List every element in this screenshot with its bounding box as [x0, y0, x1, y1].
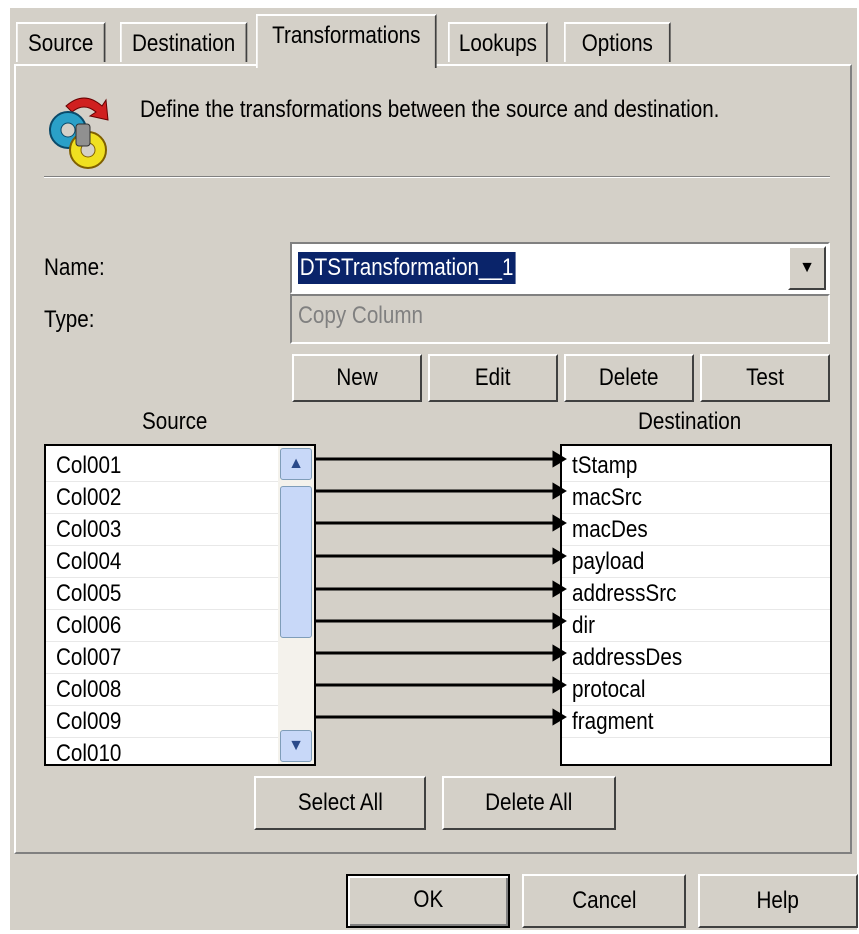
header-description: Define the transformations between the s…	[140, 96, 720, 123]
list-item[interactable]: payload	[562, 546, 830, 578]
source-list[interactable]: Col001 Col002 Col003 Col004 Col005 Col00…	[44, 444, 316, 766]
test-button[interactable]: Test	[700, 354, 830, 402]
scroll-up-icon[interactable]: ▲	[280, 448, 312, 480]
transform-gears-icon	[49, 97, 109, 169]
name-value: DTSTransformation__1	[298, 252, 516, 284]
list-item[interactable]: Col002	[46, 482, 314, 514]
new-button[interactable]: New	[292, 354, 422, 402]
scroll-down-icon[interactable]: ▼	[280, 730, 312, 762]
list-item[interactable]: Col006	[46, 610, 314, 642]
list-item[interactable]: Col005	[46, 578, 314, 610]
list-item[interactable]: fragment	[562, 706, 830, 738]
list-item[interactable]: macDes	[562, 514, 830, 546]
source-scrollbar[interactable]: ▲ ▼	[278, 446, 314, 764]
list-item[interactable]: protocal	[562, 674, 830, 706]
cancel-button[interactable]: Cancel	[522, 874, 686, 928]
list-item[interactable]: tStamp	[562, 450, 830, 482]
type-label: Type:	[44, 306, 95, 333]
chevron-down-icon[interactable]: ▼	[788, 246, 826, 290]
list-item[interactable]: Col004	[46, 546, 314, 578]
help-button[interactable]: Help	[698, 874, 858, 928]
source-label: Source	[142, 408, 208, 435]
header-divider	[44, 176, 830, 178]
list-item[interactable]: Col007	[46, 642, 314, 674]
list-item[interactable]: addressDes	[562, 642, 830, 674]
list-item[interactable]: macSrc	[562, 482, 830, 514]
tab-destination[interactable]: Destination	[120, 22, 248, 62]
ok-button[interactable]: OK	[346, 874, 510, 928]
destination-label: Destination	[638, 408, 742, 435]
scroll-thumb[interactable]	[280, 486, 312, 638]
edit-button[interactable]: Edit	[428, 354, 558, 402]
tab-lookups[interactable]: Lookups	[448, 22, 548, 62]
tab-source[interactable]: Source	[16, 22, 106, 62]
list-item[interactable]: Col008	[46, 674, 314, 706]
destination-list[interactable]: tStamp macSrc macDes payload addressSrc …	[560, 444, 832, 766]
list-item[interactable]: Col001	[46, 450, 314, 482]
list-item[interactable]: addressSrc	[562, 578, 830, 610]
list-item[interactable]	[562, 738, 830, 764]
list-item[interactable]: dir	[562, 610, 830, 642]
tab-options[interactable]: Options	[564, 22, 671, 62]
delete-all-button[interactable]: Delete All	[442, 776, 616, 830]
type-field: Copy Column	[290, 294, 830, 344]
delete-button[interactable]: Delete	[564, 354, 694, 402]
select-all-button[interactable]: Select All	[254, 776, 426, 830]
list-item[interactable]: Col003	[46, 514, 314, 546]
tab-transformations[interactable]: Transformations	[256, 14, 437, 68]
list-item[interactable]: Col009	[46, 706, 314, 738]
name-combo[interactable]: DTSTransformation__1 ▼	[290, 242, 830, 294]
list-item[interactable]: Col010	[46, 738, 314, 764]
name-label: Name:	[44, 254, 105, 281]
